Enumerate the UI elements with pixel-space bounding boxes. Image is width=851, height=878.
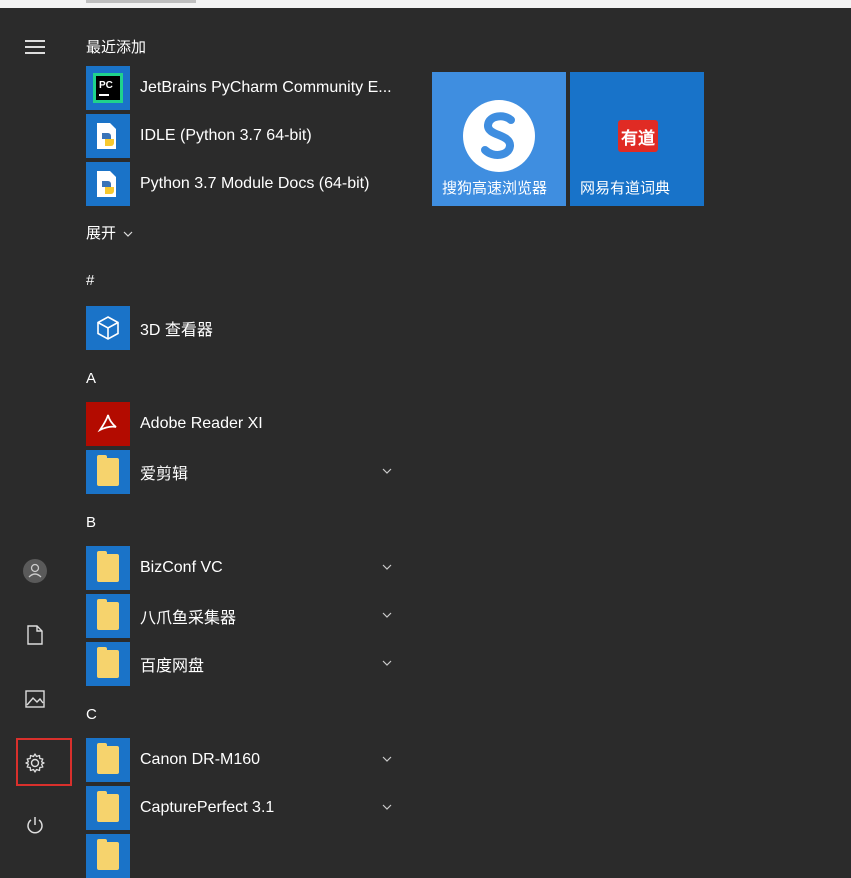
chevron-down-icon[interactable] — [380, 656, 394, 670]
app-label: IDLE (Python 3.7 64-bit) — [140, 127, 312, 144]
user-avatar-icon[interactable] — [18, 554, 52, 588]
app-label: Canon DR-M160 — [140, 751, 261, 768]
folder-icon — [86, 546, 130, 590]
app-item-canon[interactable]: Canon DR-M160 — [86, 738, 406, 782]
app-item-python-docs[interactable]: Python 3.7 Module Docs (64-bit) — [86, 162, 406, 206]
app-label: 八爪鱼采集器 — [140, 610, 237, 627]
recent-header: 最近添加 — [86, 39, 147, 56]
app-list: 最近添加 PC JetBrains PyCharm Community E...… — [86, 8, 416, 878]
app-label: Python 3.7 Module Docs (64-bit) — [140, 175, 370, 192]
app-item-adobe-reader[interactable]: Adobe Reader XI — [86, 402, 406, 446]
app-label: JetBrains PyCharm Community E... — [140, 79, 392, 96]
expand-button[interactable]: 展开 — [86, 222, 133, 243]
folder-icon — [86, 834, 130, 878]
section-letter-a[interactable]: A — [86, 370, 96, 387]
app-label: 3D 查看器 — [140, 322, 213, 339]
tile-label: 网易有道词典 — [580, 180, 671, 197]
document-icon[interactable] — [18, 618, 52, 652]
app-label: Adobe Reader XI — [140, 415, 263, 432]
hamburger-menu-icon[interactable] — [18, 30, 52, 64]
python-icon — [86, 114, 130, 158]
app-item-bizconf[interactable]: BizConf VC — [86, 546, 406, 590]
app-item-partial[interactable] — [86, 834, 406, 878]
chevron-down-icon[interactable] — [380, 752, 394, 766]
svg-text:PC: PC — [99, 80, 113, 91]
app-label: 百度网盘 — [140, 658, 205, 675]
tile-label: 搜狗高速浏览器 — [442, 180, 548, 197]
sogou-browser-icon — [463, 100, 535, 172]
folder-icon — [86, 738, 130, 782]
youdao-icon: 有道 — [618, 120, 658, 152]
chevron-down-icon[interactable] — [380, 800, 394, 814]
python-docs-icon — [86, 162, 130, 206]
app-item-aijianji[interactable]: 爱剪辑 — [86, 450, 406, 494]
app-item-3d-viewer[interactable]: 3D 查看器 — [86, 306, 406, 350]
start-rail — [0, 8, 70, 848]
power-icon[interactable] — [18, 808, 52, 842]
folder-icon — [86, 450, 130, 494]
app-item-captureperfect[interactable]: CapturePerfect 3.1 — [86, 786, 406, 830]
section-letter-hash[interactable]: # — [86, 272, 94, 289]
app-label: CapturePerfect 3.1 — [140, 799, 275, 816]
tile-youdao-dictionary[interactable]: 有道 网易有道词典 — [570, 72, 704, 206]
app-label: BizConf VC — [140, 559, 223, 576]
tile-sogou-browser[interactable]: 搜狗高速浏览器 — [432, 72, 566, 206]
folder-icon — [86, 642, 130, 686]
cube-icon — [86, 306, 130, 350]
top-strip — [0, 0, 851, 8]
app-label: 爱剪辑 — [140, 466, 189, 483]
app-item-bazhuayu[interactable]: 八爪鱼采集器 — [86, 594, 406, 638]
settings-highlight — [16, 738, 72, 786]
chevron-down-icon[interactable] — [380, 464, 394, 478]
pdf-icon — [86, 402, 130, 446]
section-letter-c[interactable]: C — [86, 706, 97, 723]
pictures-icon[interactable] — [18, 682, 52, 716]
app-item-pycharm[interactable]: PC JetBrains PyCharm Community E... — [86, 66, 406, 110]
chevron-down-icon[interactable] — [380, 560, 394, 574]
pycharm-icon: PC — [86, 66, 130, 110]
app-item-idle[interactable]: IDLE (Python 3.7 64-bit) — [86, 114, 406, 158]
folder-icon — [86, 594, 130, 638]
section-letter-b[interactable]: B — [86, 514, 96, 531]
folder-icon — [86, 786, 130, 830]
chevron-down-icon — [123, 231, 133, 237]
app-item-baidu-netdisk[interactable]: 百度网盘 — [86, 642, 406, 686]
expand-label: 展开 — [86, 225, 117, 242]
chevron-down-icon[interactable] — [380, 608, 394, 622]
